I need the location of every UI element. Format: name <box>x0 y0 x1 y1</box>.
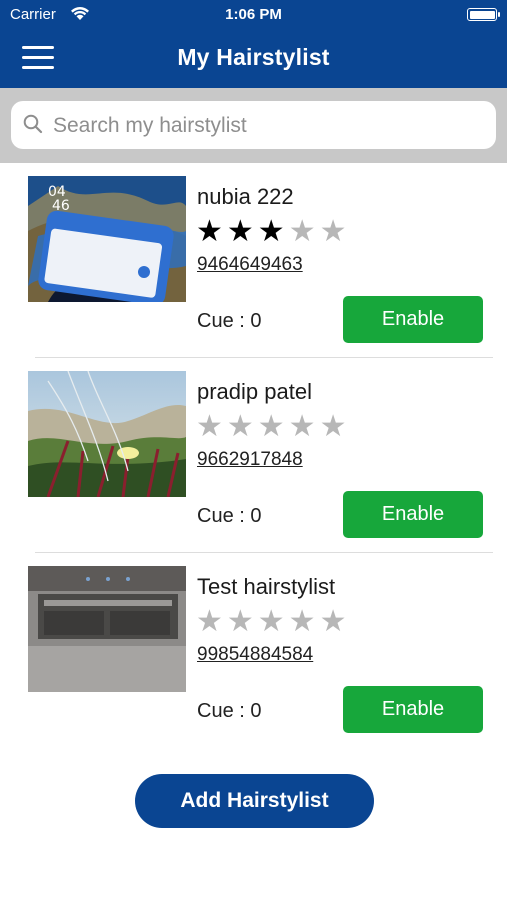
search-icon <box>23 114 43 139</box>
empty-stars: ★★★★★ <box>196 410 351 443</box>
stylist-phone-link[interactable]: 9662917848 <box>197 449 303 471</box>
stylist-photo <box>28 371 186 497</box>
empty-stars: ★★ <box>288 215 351 248</box>
stylist-photo: 04 46 <box>28 176 186 302</box>
list-item: pradip patel ★★★★★ 9662917848 Cue : 0 En… <box>0 358 507 553</box>
list-item: Test hairstylist ★★★★★ 99854884584 Cue :… <box>0 553 507 748</box>
hairstylist-list: 04 46 nubia 222 ★★★★★ 9464649463 Cue : 0… <box>0 163 507 748</box>
cue-count: Cue : 0 <box>197 505 262 527</box>
star-rating[interactable]: ★★★★★ <box>196 214 350 249</box>
add-hairstylist-button[interactable]: Add Hairstylist <box>135 774 374 828</box>
svg-text:46: 46 <box>52 198 70 214</box>
enable-button[interactable]: Enable <box>343 491 483 538</box>
stylist-phone-link[interactable]: 9464649463 <box>197 254 303 276</box>
search-box[interactable] <box>11 101 496 149</box>
filled-stars: ★★★ <box>196 215 289 248</box>
star-rating[interactable]: ★★★★★ <box>196 604 350 639</box>
cue-count: Cue : 0 <box>197 310 262 332</box>
status-bar: Carrier 1:06 PM <box>0 0 507 30</box>
top-navbar: My Hairstylist <box>0 30 507 88</box>
battery-icon <box>467 8 500 21</box>
enable-button[interactable]: Enable <box>343 686 483 733</box>
page-title: My Hairstylist <box>177 44 330 70</box>
star-rating[interactable]: ★★★★★ <box>196 409 350 444</box>
search-bar-container <box>0 88 507 163</box>
cue-count: Cue : 0 <box>197 700 262 722</box>
search-input[interactable] <box>51 109 475 143</box>
stylist-name: pradip patel <box>197 379 312 404</box>
status-time: 1:06 PM <box>225 6 282 23</box>
stylist-name: Test hairstylist <box>197 574 336 599</box>
empty-stars: ★★★★★ <box>196 605 351 638</box>
list-item: 04 46 nubia 222 ★★★★★ 9464649463 Cue : 0… <box>0 163 507 358</box>
stylist-phone-link[interactable]: 99854884584 <box>197 644 313 666</box>
stylist-photo <box>28 566 186 692</box>
enable-button[interactable]: Enable <box>343 296 483 343</box>
stylist-name: nubia 222 <box>197 184 294 209</box>
